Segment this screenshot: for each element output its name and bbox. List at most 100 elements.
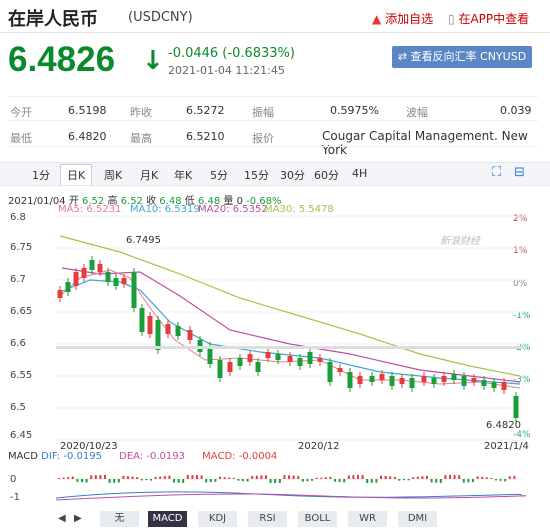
macd-bar (246, 479, 249, 482)
reverse-rate-button[interactable]: ⇄ 查看反向汇率 CNYUSD (392, 46, 532, 68)
watermark: 新浪财经 (440, 236, 480, 247)
instrument-code: (USDCNY) (128, 10, 193, 25)
instrument-name: 在岸人民币 (8, 9, 98, 30)
flame-icon: ▲ (372, 12, 382, 26)
macd-bar (485, 477, 488, 479)
macd-bar (476, 476, 479, 479)
macd-bar (131, 476, 134, 479)
indicator-tab-boll[interactable]: BOLL (298, 511, 338, 527)
macd-bar (449, 475, 451, 479)
ma10-line (59, 279, 521, 385)
last-price-label: 6.4820 (486, 420, 521, 431)
tab-weekly[interactable]: 周K (104, 167, 122, 183)
macd-bar (99, 475, 102, 479)
dea-line (56, 493, 526, 501)
label-amplitude: 振幅 (252, 106, 274, 119)
macd-bar (357, 475, 359, 479)
macd-bar (311, 479, 313, 481)
ma5-line (59, 269, 521, 389)
macd-bar (67, 477, 70, 479)
x-tick: 2020/12 (298, 441, 340, 452)
macd-bar (255, 475, 258, 479)
price-change: -0.0446 (-0.6833%) (168, 46, 295, 61)
value-high: 6.5210 (186, 130, 225, 143)
indicator-tab-dmi[interactable]: DMI (398, 511, 438, 527)
macd-bar (237, 479, 240, 481)
indicator-tab-macd[interactable]: MACD (148, 511, 188, 527)
macd-bar (173, 479, 175, 483)
macd-bar (168, 475, 171, 479)
macd-bar (117, 479, 120, 483)
macd-bar (347, 475, 350, 479)
macd-bar (269, 479, 272, 483)
macd-bar (301, 479, 304, 482)
tab-4h[interactable]: 4H (352, 167, 367, 180)
macd-bar (306, 479, 309, 482)
next-tab-icon[interactable]: ▶ (74, 513, 82, 524)
tab-15min[interactable]: 15分 (244, 167, 269, 183)
macd-bar (104, 475, 106, 479)
indicator-tab-rsi[interactable]: RSI (248, 511, 288, 527)
macd-bar (426, 475, 428, 479)
tab-daily[interactable]: 日K (60, 164, 93, 185)
tab-monthly[interactable]: 月K (140, 167, 158, 183)
value-amplitude: 0.5975% (330, 104, 379, 117)
label-low: 最低 (10, 132, 32, 145)
macd-bar (150, 479, 152, 481)
macd-bar (508, 476, 511, 479)
macd-bar (504, 479, 507, 482)
indicator-tab-wr[interactable]: WR (348, 511, 388, 527)
macd-bar (315, 477, 318, 479)
open-app-link[interactable]: ▯ 在APP中查看 (448, 10, 529, 27)
add-watchlist-link[interactable]: ▲ 添加自选 (372, 10, 433, 27)
value-range: 0.039 (500, 104, 532, 117)
macd-bar (223, 477, 226, 479)
macd-bar (94, 475, 97, 479)
tab-yearly[interactable]: 年K (174, 167, 192, 183)
macd-bar (495, 479, 497, 481)
macd-bar (481, 476, 484, 479)
tab-5min[interactable]: 5分 (210, 167, 228, 183)
macd-bar (375, 479, 378, 483)
macd-bar (458, 475, 461, 479)
macd-bar (136, 477, 139, 479)
indicator-tab-none[interactable]: 无 (100, 511, 140, 527)
indicator-tab-kdj[interactable]: KDJ (198, 511, 238, 527)
macd-bar (343, 479, 346, 483)
prev-tab-icon[interactable]: ◀ (58, 513, 66, 524)
macd-bar (407, 479, 410, 481)
macd-bar (352, 475, 355, 479)
macd-bar (292, 475, 295, 479)
macd-bar (76, 479, 79, 482)
tab-30min[interactable]: 30分 (280, 167, 305, 183)
macd-bar (81, 479, 83, 483)
macd-bar (361, 475, 364, 479)
macd-bar (278, 479, 281, 483)
macd-bar (274, 479, 277, 483)
macd-bar (444, 475, 447, 479)
x-tick: 2021/1/4 (484, 441, 529, 452)
fullscreen-icon[interactable]: ⛶ (492, 165, 501, 180)
settings-icon[interactable]: ⊟ (514, 165, 525, 180)
macd-bar (324, 477, 327, 479)
macd-bar (196, 475, 198, 479)
macd-bar (163, 476, 166, 479)
macd-bar (398, 479, 401, 481)
macd-bar (228, 477, 231, 479)
macd-bar (182, 479, 185, 483)
max-price-label: 6.7495 (126, 235, 161, 246)
macd-bar (490, 477, 493, 479)
tab-1min[interactable]: 1分 (32, 167, 50, 183)
value-prev-close: 6.5272 (186, 104, 225, 117)
value-quoter: Cougar Capital Management. New York (322, 129, 528, 157)
macd-bar (416, 476, 419, 479)
macd-bar (384, 475, 387, 479)
macd-bar (205, 479, 208, 483)
macd-bar (200, 475, 203, 479)
macd-bar (453, 475, 456, 479)
macd-bar (389, 476, 392, 479)
macd-bar (209, 479, 212, 483)
tab-60min[interactable]: 60分 (314, 167, 339, 183)
macd-bar (320, 477, 323, 479)
divider (0, 32, 550, 33)
